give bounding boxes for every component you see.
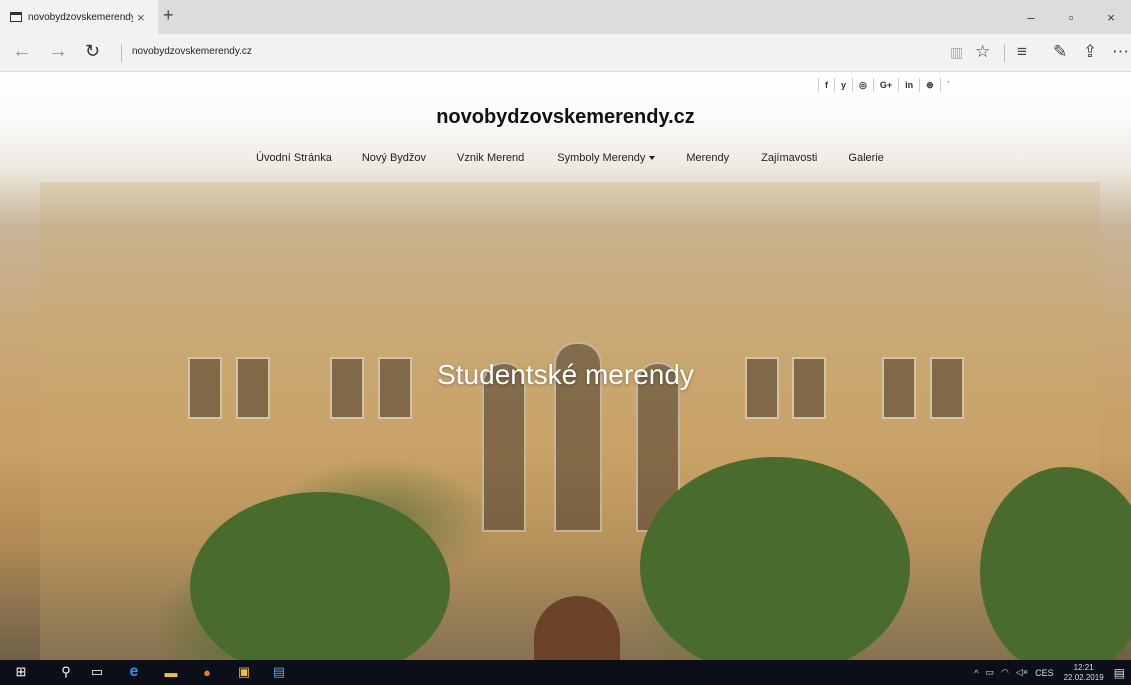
url-divider [121, 44, 122, 62]
start-windows-icon[interactable]: ⊞ [12, 663, 30, 681]
minimize-button[interactable]: – [1011, 0, 1051, 34]
web-note-icon[interactable]: ✎ [1053, 42, 1067, 62]
tray-chevron-icon[interactable]: ^ [974, 668, 978, 678]
instagram-icon[interactable]: ◎ [852, 78, 873, 92]
window-controls: – ▫ × [1011, 0, 1131, 34]
wifi-icon[interactable]: ◠ [1001, 667, 1009, 678]
edge-browser-icon[interactable]: e [125, 663, 143, 681]
nav-item-zajimavosti[interactable]: Zajímavosti [761, 152, 817, 164]
tab-close-icon[interactable]: × [137, 10, 145, 25]
nav-item-merendy[interactable]: Merendy [686, 152, 729, 164]
firefox-icon[interactable]: ● [198, 663, 216, 681]
file-explorer-icon[interactable]: ▬ [162, 663, 180, 681]
clock-date: 22.02.2019 [1063, 672, 1104, 682]
browser-tab-bar: novobydzovskemerendy.cz × + – ▫ × [0, 0, 1131, 34]
hero-heading: Studentské merendy [437, 359, 694, 390]
share-icon[interactable]: ⇪ [1083, 42, 1097, 62]
more-icon[interactable]: ⋯ [1112, 42, 1129, 62]
nav-item-home[interactable]: Úvodní Stránka [256, 152, 332, 164]
pinterest-icon[interactable]: ⊛ [919, 78, 940, 92]
favorite-star-icon[interactable]: ☆ [975, 42, 990, 62]
store-icon[interactable]: ▣ [235, 663, 253, 681]
forward-icon[interactable]: → [48, 40, 68, 63]
refresh-icon[interactable]: ↻ [85, 41, 100, 62]
close-window-button[interactable]: × [1091, 0, 1131, 34]
nav-item-novy-bydzov[interactable]: Nový Bydžov [362, 152, 426, 164]
system-tray: ^ ▭ ◠ ◁× CES 12:21 22.02.2019 ▤ [967, 660, 1125, 685]
battery-icon[interactable]: ▭ [986, 667, 995, 678]
reading-view-icon[interactable]: ▥ [950, 44, 963, 61]
social-links: f y ◎ G+ in ⊛ ʾ [818, 78, 956, 92]
new-tab-button[interactable]: + [163, 5, 174, 26]
hub-icon[interactable]: ≡ [1017, 42, 1027, 62]
address-bar: ← → ↻ novobydzovskemerendy.cz ▥ ☆ ≡ ✎ ⇪ … [0, 34, 1131, 72]
url-field[interactable]: novobydzovskemerendy.cz [132, 46, 252, 57]
clock-time: 12:21 [1073, 662, 1094, 672]
notifications-icon[interactable]: ▤ [1114, 666, 1125, 680]
language-indicator[interactable]: CES [1035, 668, 1054, 678]
site-title[interactable]: novobydzovskemerendy.cz [0, 106, 1131, 129]
nav-item-vznik-merend[interactable]: Vznik Merend [457, 152, 524, 164]
nav-item-label: Symboly Merendy [557, 152, 646, 164]
twitter-icon[interactable]: y [834, 78, 852, 92]
task-view-icon[interactable]: ▭ [88, 663, 106, 681]
rss-icon[interactable]: ʾ [939, 78, 956, 92]
linkedin-icon[interactable]: in [898, 78, 919, 92]
nav-item-symboly-merendy[interactable]: Symboly Merendy [557, 152, 656, 164]
google-plus-icon[interactable]: G+ [872, 78, 898, 92]
maximize-button[interactable]: ▫ [1051, 0, 1091, 34]
caret-down-icon [649, 156, 656, 161]
web-page: f y ◎ G+ in ⊛ ʾ novobydzovskemerendy.cz … [0, 72, 1131, 660]
app-icon[interactable]: ▤ [270, 663, 288, 681]
clock[interactable]: 12:21 22.02.2019 [1064, 663, 1104, 683]
facebook-icon[interactable]: f [818, 78, 834, 92]
browser-tab[interactable]: novobydzovskemerendy.cz × [0, 0, 158, 34]
volume-icon[interactable]: ◁× [1016, 667, 1028, 678]
back-icon[interactable]: ← [12, 40, 32, 63]
taskbar: ⊞ ⚲ ▭ e ▬ ● ▣ ▤ ^ ▭ ◠ ◁× CES 12:21 22.02… [0, 660, 1131, 685]
nav-item-galerie[interactable]: Galerie [848, 152, 883, 164]
toolbar-divider [1004, 44, 1005, 62]
page-icon [10, 12, 22, 22]
tab-title: novobydzovskemerendy.cz [28, 11, 133, 23]
search-icon[interactable]: ⚲ [57, 663, 75, 681]
